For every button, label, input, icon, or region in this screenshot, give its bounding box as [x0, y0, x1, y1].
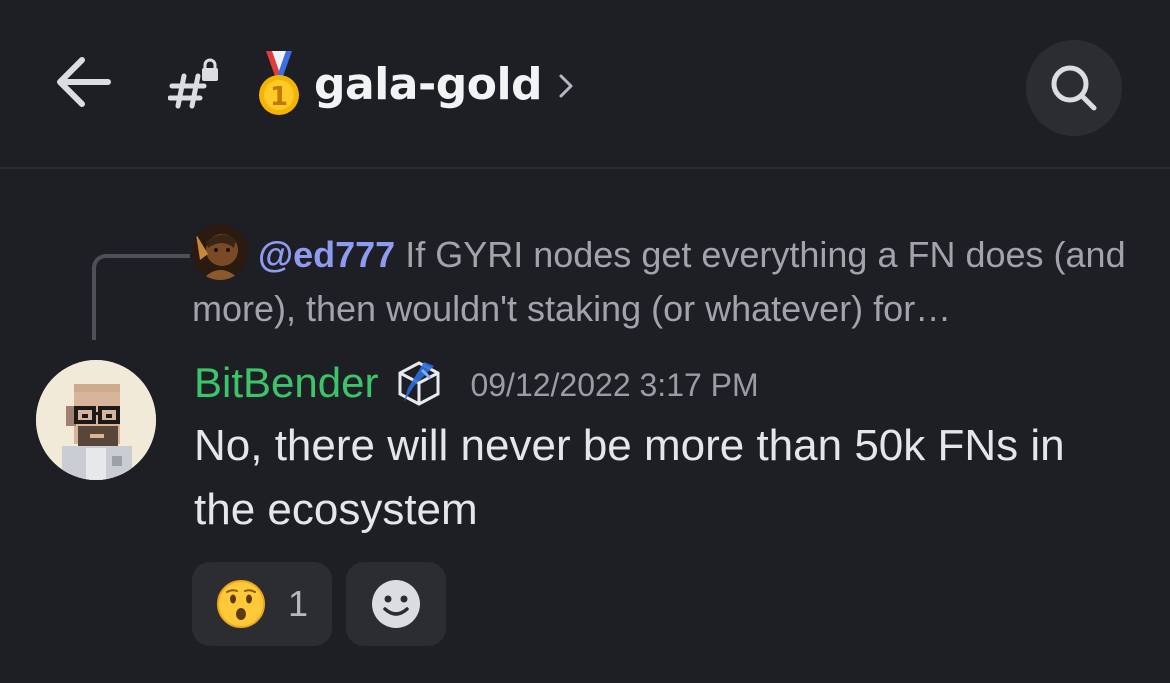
channel-header: 1 gala-gold: [0, 0, 1170, 169]
locked-hash-icon: [167, 58, 224, 110]
reply-mention[interactable]: @ed777: [258, 234, 395, 275]
svg-text:1: 1: [270, 82, 288, 112]
channel-name: gala-gold: [314, 58, 543, 110]
search-button[interactable]: [1026, 40, 1122, 136]
search-icon: [1051, 65, 1097, 111]
add-reaction-icon: [372, 580, 420, 628]
add-reaction-button[interactable]: [346, 562, 446, 646]
message-text: No, there will never be more than 50k FN…: [194, 421, 1065, 534]
back-button[interactable]: [52, 50, 116, 114]
timestamp: 09/12/2022 3:17 PM: [470, 366, 759, 403]
arrow-left-icon: [57, 57, 111, 107]
cube-role-icon: [398, 361, 440, 406]
reaction-hushed-face[interactable]: 1: [192, 562, 332, 646]
message-header: BitBender 09/12/2022 3:17 PM: [194, 356, 759, 410]
channel-title[interactable]: 1 gala-gold: [254, 44, 576, 124]
hushed-face-icon: [217, 580, 265, 628]
username[interactable]: BitBender: [194, 359, 378, 407]
reply-preview[interactable]: @ed777 If GYRI nodes get everything a FN…: [192, 228, 1142, 336]
avatar[interactable]: [36, 360, 156, 480]
first-place-medal-icon: 1: [259, 51, 299, 115]
chevron-right-icon: [559, 74, 573, 98]
reactions-bar: 1: [192, 562, 446, 646]
reply-connector: [92, 254, 190, 340]
reaction-count: 1: [288, 583, 309, 624]
